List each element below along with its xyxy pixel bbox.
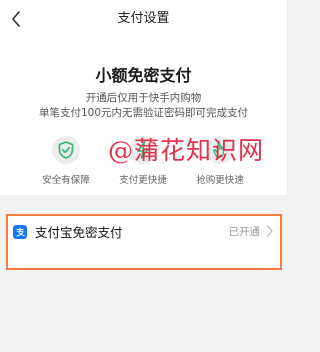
alipay-icon [13, 225, 27, 239]
feature-security: 安全有保障 [26, 136, 106, 186]
description-line-1: 开通后仅用于快手内购物 [85, 92, 202, 104]
watermark-text: @蒲花知识网 [108, 136, 265, 165]
alipay-passwordless-row[interactable]: 支付宝免密支付 已开通 [6, 214, 282, 270]
description-line-2: 单笔支付100元内无需验证密码即可完成支付 [38, 107, 249, 119]
feature-label: 抢购更快速 [196, 175, 244, 186]
intro-panel: 小额免密支付 开通后仅用于快手内购物 单笔支付100元内无需验证密码即可完成支付… [0, 38, 287, 195]
option-label: 支付宝免密支付 [35, 225, 123, 240]
feature-label: 支付更快捷 [119, 175, 167, 186]
chevron-right-icon [266, 225, 273, 237]
status-text: 已开通 [228, 226, 261, 238]
page-title: 支付设置 [117, 11, 170, 26]
shield-check-icon [52, 136, 80, 164]
feature-label: 安全有保障 [42, 175, 90, 186]
top-bar: 支付设置 [0, 0, 287, 38]
feature-headline: 小额免密支付 [95, 66, 192, 85]
